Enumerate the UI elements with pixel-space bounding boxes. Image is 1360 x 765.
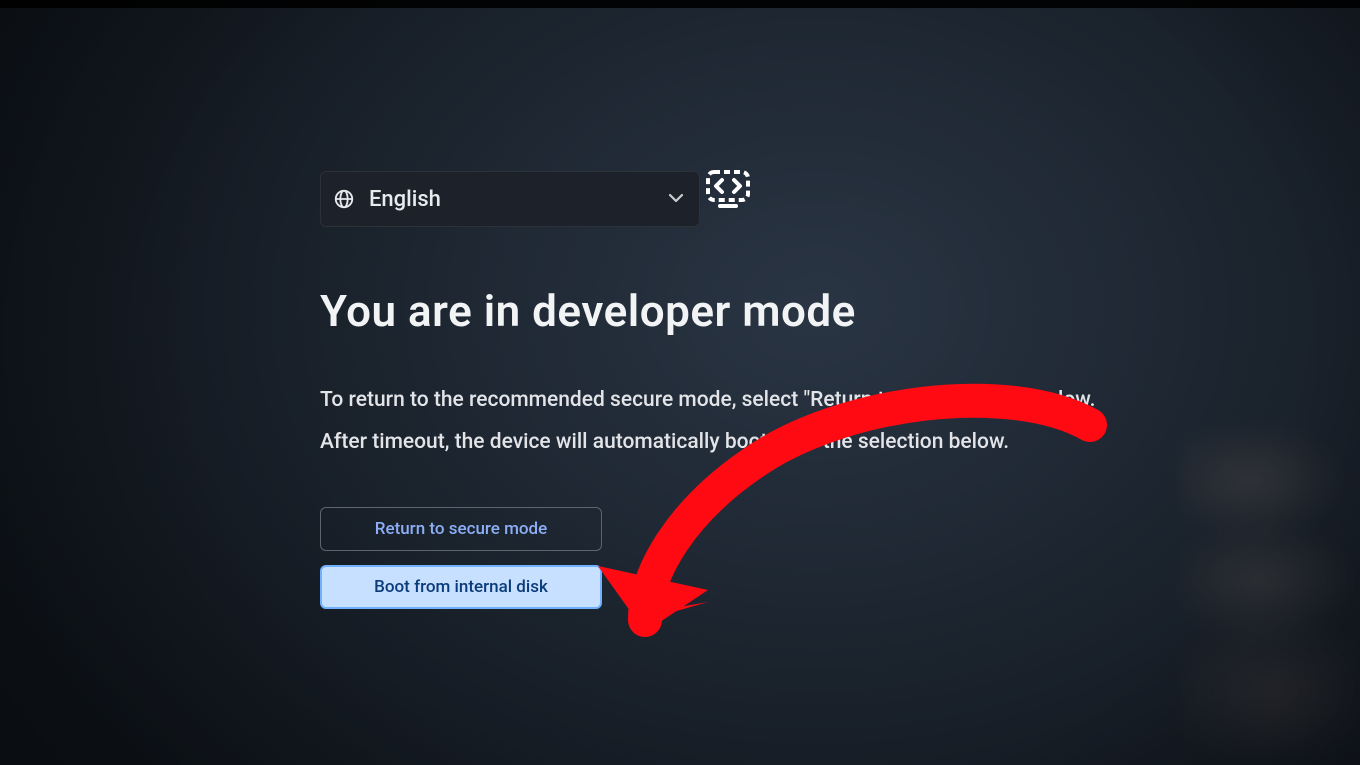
page-title: You are in developer mode <box>320 285 1140 337</box>
photographer-hand-blur <box>1180 320 1360 760</box>
chevron-down-icon <box>669 191 683 207</box>
developer-mode-screen: English You are in developer mode To ret… <box>320 48 1140 609</box>
boot-from-internal-disk-button[interactable]: Boot from internal disk <box>320 565 602 609</box>
boot-option-buttons: Return to secure mode Boot from internal… <box>320 507 602 609</box>
return-to-secure-mode-label: Return to secure mode <box>375 519 547 539</box>
boot-from-internal-disk-label: Boot from internal disk <box>374 577 548 597</box>
language-selector[interactable]: English <box>320 171 700 227</box>
return-to-secure-mode-button[interactable]: Return to secure mode <box>320 507 602 551</box>
instruction-line-1: To return to the recommended secure mode… <box>320 379 1100 421</box>
instruction-text: To return to the recommended secure mode… <box>320 379 1100 463</box>
window-top-edge <box>0 0 1360 8</box>
language-selected-label: English <box>369 187 441 212</box>
developer-mode-icon <box>704 168 752 210</box>
globe-icon <box>333 188 355 210</box>
instruction-line-2: After timeout, the device will automatic… <box>320 421 1100 463</box>
